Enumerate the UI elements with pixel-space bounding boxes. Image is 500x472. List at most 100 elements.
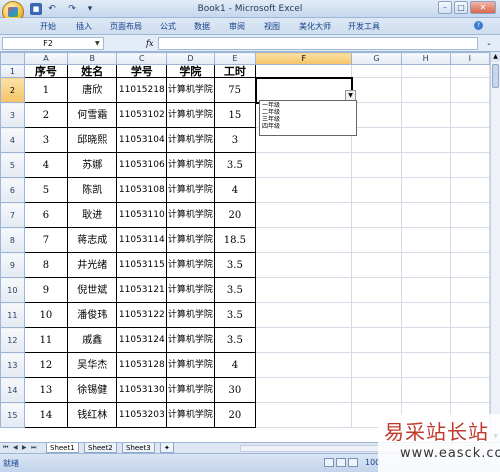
empty-cell[interactable] xyxy=(400,227,451,253)
empty-cell[interactable] xyxy=(449,64,490,78)
table-cell[interactable]: 井光绪 xyxy=(67,252,118,278)
empty-cell[interactable] xyxy=(255,377,353,403)
table-cell[interactable]: 计算机学院 xyxy=(166,402,215,428)
empty-cell[interactable] xyxy=(351,64,402,78)
empty-cell[interactable] xyxy=(400,277,451,303)
empty-cell[interactable] xyxy=(255,302,353,328)
table-cell[interactable]: 20 xyxy=(213,402,257,428)
table-cell[interactable]: 倪世斌 xyxy=(67,277,118,303)
empty-cell[interactable] xyxy=(449,152,490,178)
empty-cell[interactable] xyxy=(449,177,490,203)
column-header[interactable]: G xyxy=(351,52,402,65)
empty-cell[interactable] xyxy=(255,64,353,78)
tab-formulas[interactable]: 公式 xyxy=(160,21,176,32)
table-cell[interactable]: 5 xyxy=(23,177,69,203)
vertical-scrollbar[interactable]: ▲ ▼ xyxy=(490,52,500,442)
empty-cell[interactable] xyxy=(255,252,353,278)
table-cell[interactable]: 11053104 xyxy=(116,127,168,153)
empty-cell[interactable] xyxy=(400,377,451,403)
name-box[interactable]: F2 xyxy=(2,37,104,50)
next-sheet-icon[interactable]: ▶ xyxy=(22,444,27,451)
row-header[interactable]: 10 xyxy=(0,277,25,303)
row-header[interactable]: 11 xyxy=(0,302,25,328)
table-cell[interactable]: 计算机学院 xyxy=(166,227,215,253)
empty-cell[interactable] xyxy=(400,302,451,328)
table-cell[interactable]: 8 xyxy=(23,252,69,278)
column-header[interactable]: F xyxy=(255,52,353,65)
row-header[interactable]: 14 xyxy=(0,377,25,403)
table-cell[interactable]: 11053108 xyxy=(116,177,168,203)
row-header[interactable]: 4 xyxy=(0,127,25,153)
row-header[interactable]: 2 xyxy=(0,77,25,103)
empty-cell[interactable] xyxy=(400,202,451,228)
table-cell[interactable]: 1 xyxy=(23,77,69,103)
row-header[interactable]: 7 xyxy=(0,202,25,228)
row-header[interactable]: 8 xyxy=(0,227,25,253)
empty-cell[interactable] xyxy=(449,202,490,228)
insert-function-icon[interactable]: fx xyxy=(146,37,153,50)
column-header[interactable]: B xyxy=(67,52,118,65)
tab-developer[interactable]: 开发工具 xyxy=(348,21,380,32)
table-cell[interactable]: 18.5 xyxy=(213,227,257,253)
first-sheet-icon[interactable]: ⏮ xyxy=(3,444,8,452)
table-cell[interactable]: 计算机学院 xyxy=(166,377,215,403)
prev-sheet-icon[interactable]: ◀ xyxy=(13,444,18,451)
table-cell[interactable]: 75 xyxy=(213,77,257,103)
column-header[interactable]: H xyxy=(400,52,451,65)
table-cell[interactable]: 计算机学院 xyxy=(166,202,215,228)
help-icon[interactable]: ? xyxy=(474,21,483,30)
table-cell[interactable]: 计算机学院 xyxy=(166,277,215,303)
column-header[interactable]: D xyxy=(166,52,215,65)
table-cell[interactable]: 11053102 xyxy=(116,102,168,128)
expand-formula-bar-icon[interactable]: ⌄ xyxy=(483,37,495,50)
empty-cell[interactable] xyxy=(449,127,490,153)
table-cell[interactable]: 20 xyxy=(213,202,257,228)
empty-cell[interactable] xyxy=(449,277,490,303)
table-cell[interactable]: 4 xyxy=(213,177,257,203)
table-cell[interactable]: 11053114 xyxy=(116,227,168,253)
table-cell[interactable]: 计算机学院 xyxy=(166,352,215,378)
table-cell[interactable]: 11053121 xyxy=(116,277,168,303)
empty-cell[interactable] xyxy=(400,152,451,178)
empty-cell[interactable] xyxy=(351,227,402,253)
empty-cell[interactable] xyxy=(351,252,402,278)
empty-cell[interactable] xyxy=(351,102,402,128)
table-cell[interactable]: 11015218 xyxy=(116,77,168,103)
table-cell[interactable]: 6 xyxy=(23,202,69,228)
empty-cell[interactable] xyxy=(255,327,353,353)
empty-cell[interactable] xyxy=(351,327,402,353)
table-cell[interactable]: 4 xyxy=(213,352,257,378)
empty-cell[interactable] xyxy=(351,302,402,328)
table-cell[interactable]: 11053124 xyxy=(116,327,168,353)
empty-cell[interactable] xyxy=(255,202,353,228)
table-cell[interactable]: 13 xyxy=(23,377,69,403)
empty-cell[interactable] xyxy=(449,252,490,278)
table-cell[interactable]: 7 xyxy=(23,227,69,253)
empty-cell[interactable] xyxy=(400,327,451,353)
column-header[interactable]: E xyxy=(213,52,257,65)
table-cell[interactable]: 3.5 xyxy=(213,277,257,303)
dropdown-option[interactable]: 四年级 xyxy=(262,123,354,130)
table-cell[interactable]: 3.5 xyxy=(213,152,257,178)
table-cell[interactable]: 唐欣 xyxy=(67,77,118,103)
row-header[interactable]: 1 xyxy=(0,64,25,78)
sheet-tab-1[interactable]: Sheet1 xyxy=(46,443,79,453)
dropdown-option[interactable]: 一年级 xyxy=(262,102,354,109)
empty-cell[interactable] xyxy=(351,177,402,203)
header-cell[interactable]: 学号 xyxy=(116,64,168,78)
table-cell[interactable]: 戚鑫 xyxy=(67,327,118,353)
table-cell[interactable]: 计算机学院 xyxy=(166,177,215,203)
table-cell[interactable]: 计算机学院 xyxy=(166,152,215,178)
sheet-tab-2[interactable]: Sheet2 xyxy=(84,443,117,453)
table-cell[interactable]: 11 xyxy=(23,327,69,353)
empty-cell[interactable] xyxy=(400,77,451,103)
table-cell[interactable]: 11053106 xyxy=(116,152,168,178)
table-cell[interactable]: 14 xyxy=(23,402,69,428)
table-cell[interactable]: 11053130 xyxy=(116,377,168,403)
table-cell[interactable]: 潘俊玮 xyxy=(67,302,118,328)
empty-cell[interactable] xyxy=(449,327,490,353)
sheet-tab-3[interactable]: Sheet3 xyxy=(122,443,155,453)
header-cell[interactable]: 序号 xyxy=(23,64,69,78)
empty-cell[interactable] xyxy=(351,127,402,153)
row-header[interactable]: 15 xyxy=(0,402,25,428)
